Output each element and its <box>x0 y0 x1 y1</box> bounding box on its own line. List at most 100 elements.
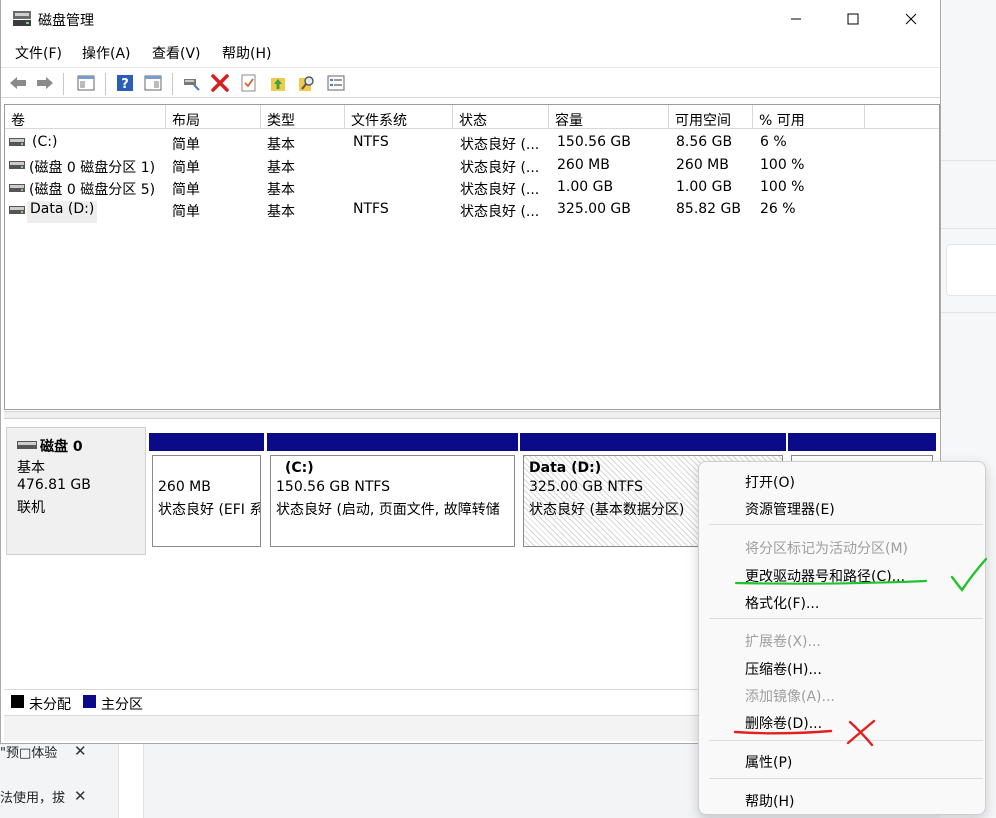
volume-name: Data (D:) <box>27 201 98 223</box>
background-card <box>946 244 996 296</box>
column-header-volume[interactable]: 卷 <box>5 105 166 129</box>
title-bar[interactable]: 磁盘管理 <box>1 0 940 38</box>
column-header-capacity[interactable]: 容量 <box>549 105 669 129</box>
legend-label-primary: 主分区 <box>101 697 143 713</box>
volume-percent-free: 6 % <box>760 134 787 150</box>
volume-capacity: 325.00 GB <box>557 201 631 217</box>
close-icon[interactable]: ✕ <box>74 742 87 760</box>
volume-type: 基本 <box>267 137 295 153</box>
background-divider <box>940 160 996 161</box>
window-title: 磁盘管理 <box>38 13 94 29</box>
volume-free-space: 1.00 GB <box>676 179 733 195</box>
volume-percent-free: 26 % <box>760 201 796 217</box>
partition-body: (C:) 150.56 GB NTFS 状态良好 (启动, 页面文件, 故障转储 <box>270 455 515 547</box>
background-divider <box>940 228 996 229</box>
menu-help[interactable]: 帮助(H) <box>222 43 271 63</box>
up-folder-icon[interactable] <box>268 73 288 93</box>
background-panel <box>118 740 144 818</box>
background-divider <box>940 312 996 313</box>
volume-layout: 简单 <box>172 182 200 198</box>
menu-file[interactable]: 文件(F) <box>15 43 62 63</box>
volume-free-space: 260 MB <box>676 157 729 173</box>
disk-icon <box>17 441 37 449</box>
pane-splitter[interactable] <box>4 411 940 419</box>
background-notification[interactable]: 法使用，拔 ✕ <box>0 787 87 809</box>
toolbar-separator <box>63 73 64 95</box>
column-header-type[interactable]: 类型 <box>261 105 345 129</box>
background-notification[interactable]: "预□体验 ✕ <box>0 742 87 764</box>
properties-icon[interactable] <box>239 73 259 93</box>
minimize-icon <box>791 18 801 20</box>
background-window-bottom: "预□体验 ✕ 法使用，拔 ✕ <box>0 740 700 818</box>
cross-mark-icon <box>846 719 876 747</box>
volume-free-space: 85.82 GB <box>676 201 741 217</box>
show-action-pane-icon[interactable] <box>143 73 163 93</box>
partition-size: 150.56 GB NTFS <box>276 479 391 495</box>
menu-item-shrink-volume[interactable]: 压缩卷(H)... <box>745 659 822 679</box>
drive-icon <box>9 161 25 169</box>
delete-icon[interactable] <box>210 73 230 93</box>
drive-icon <box>9 138 25 146</box>
menu-item-open[interactable]: 打开(O) <box>745 472 795 492</box>
maximize-button[interactable] <box>830 4 876 34</box>
menu-item-properties[interactable]: 属性(P) <box>745 752 792 772</box>
context-menu: 打开(O) 资源管理器(E) 将分区标记为活动分区(M) 更改驱动器号和路径(C… <box>698 461 986 815</box>
close-icon <box>905 13 917 25</box>
menu-separator <box>709 618 983 619</box>
close-button[interactable] <box>888 4 934 34</box>
partition-title: Data (D:) <box>529 460 602 476</box>
column-header-status[interactable]: 状态 <box>453 105 549 129</box>
column-header-percent-free[interactable]: % 可用 <box>753 105 865 129</box>
background-notification-text: "预□体验 <box>0 746 58 761</box>
forward-arrow-icon[interactable] <box>35 73 55 93</box>
column-header-layout[interactable]: 布局 <box>166 105 261 129</box>
volume-free-space: 8.56 GB <box>676 134 733 150</box>
back-arrow-icon[interactable] <box>8 73 28 93</box>
volume-name: (磁盘 0 磁盘分区 1) <box>29 160 156 176</box>
partition-size: 325.00 GB NTFS <box>529 479 644 495</box>
menu-view[interactable]: 查看(V) <box>152 43 201 63</box>
toolbar-separator <box>105 73 106 95</box>
disk-name: 磁盘 0 <box>40 439 83 455</box>
partition-c[interactable]: (C:) 150.56 GB NTFS 状态良好 (启动, 页面文件, 故障转储 <box>267 433 518 549</box>
svg-text:?: ? <box>121 77 129 92</box>
volume-layout: 简单 <box>172 160 200 176</box>
maximize-icon <box>847 13 859 25</box>
disk-info-panel[interactable]: 磁盘 0 基本 476.81 GB 联机 <box>6 427 146 555</box>
menu-action[interactable]: 操作(A) <box>82 43 131 63</box>
list-view-icon[interactable] <box>326 73 346 93</box>
close-icon[interactable]: ✕ <box>74 787 87 805</box>
help-icon[interactable]: ? <box>115 73 135 93</box>
volume-type: 基本 <box>267 204 295 220</box>
volume-filesystem: NTFS <box>353 134 389 150</box>
primary-partition-bar <box>520 433 786 451</box>
minimize-button[interactable] <box>773 4 819 34</box>
partition-title: (C:) <box>285 460 314 476</box>
disk-management-app-icon <box>13 11 31 26</box>
menu-item-help[interactable]: 帮助(H) <box>745 791 794 811</box>
volume-status: 状态良好 (... <box>460 182 540 198</box>
menu-item-explore[interactable]: 资源管理器(E) <box>745 499 835 519</box>
volume-status: 状态良好 (... <box>460 137 540 153</box>
volume-layout: 简单 <box>172 204 200 220</box>
partition-efi[interactable]: 260 MB 状态良好 (EFI 系 <box>149 433 264 549</box>
show-hide-console-tree-icon[interactable] <box>76 73 96 93</box>
green-underline-annotation <box>734 557 988 593</box>
volume-name: (C:) <box>32 134 58 150</box>
menu-item-format[interactable]: 格式化(F)... <box>745 593 819 613</box>
column-header-free-space[interactable]: 可用空间 <box>669 105 753 129</box>
toolbar: ? <box>1 67 940 98</box>
drive-icon <box>9 206 25 214</box>
menu-item-add-mirror: 添加镜像(A)... <box>745 689 835 705</box>
volume-percent-free: 100 % <box>760 179 805 195</box>
disk-type: 基本 <box>17 460 45 476</box>
legend-swatch-unallocated <box>11 695 24 708</box>
column-header-empty <box>865 105 939 129</box>
volume-filesystem: NTFS <box>353 201 389 217</box>
column-header-filesystem[interactable]: 文件系统 <box>345 105 453 129</box>
toolbar-separator <box>172 73 173 95</box>
menu-separator <box>709 778 983 779</box>
search-icon[interactable] <box>297 73 317 93</box>
connect-disk-icon[interactable] <box>182 73 202 93</box>
drive-icon <box>9 184 25 192</box>
